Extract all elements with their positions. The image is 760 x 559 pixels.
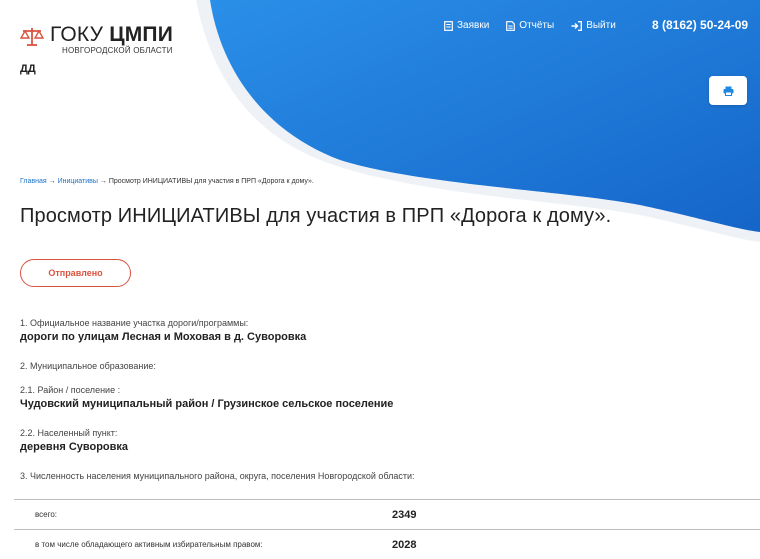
- logo-subtitle: НОВГОРОДСКОЙ ОБЛАСТИ: [62, 46, 173, 55]
- user-initials: ДД: [20, 63, 36, 75]
- print-button[interactable]: [709, 76, 747, 105]
- logout-icon: [571, 20, 583, 31]
- status-badge: Отправлено: [20, 259, 131, 287]
- population-total-label: всего:: [35, 510, 58, 519]
- nav-reports[interactable]: Отчёты: [506, 20, 554, 31]
- printer-icon: [723, 86, 733, 96]
- scales-icon: [20, 28, 44, 46]
- table-row: всего: 2349: [14, 499, 760, 529]
- nav-requests[interactable]: Заявки: [444, 20, 489, 31]
- field-value-settlement: деревня Суворовка: [20, 441, 129, 453]
- breadcrumb-home[interactable]: Главная: [20, 178, 47, 185]
- field-label-road-name: 1. Официальное название участка дороги/п…: [20, 318, 249, 328]
- site-logo[interactable]: ГОКУ ЦМПИ НОВГОРОДСКОЙ ОБЛАСТИ: [20, 24, 173, 55]
- field-value-district: Чудовский муниципальный район / Грузинск…: [20, 398, 394, 410]
- nav-logout[interactable]: Выйти: [571, 20, 616, 31]
- logo-title: ГОКУ ЦМПИ: [50, 23, 174, 46]
- table-row: в том числе обладающего активным избират…: [14, 529, 760, 559]
- field-label-population: 3. Численность населения муниципального …: [20, 471, 415, 481]
- contact-phone[interactable]: 8 (8162) 50-24-09: [652, 18, 748, 32]
- population-table: всего: 2349 в том числе обладающего акти…: [14, 499, 760, 559]
- population-total-value: 2349: [392, 508, 417, 521]
- document-icon: [444, 20, 453, 31]
- field-label-municipality: 2. Муниципальное образование:: [20, 361, 156, 371]
- population-voters-label: в том числе обладающего активным избират…: [35, 540, 263, 549]
- report-icon: [506, 20, 516, 31]
- breadcrumb-separator: →: [99, 178, 107, 185]
- population-voters-value: 2028: [392, 538, 417, 551]
- site-header: ГОКУ ЦМПИ НОВГОРОДСКОЙ ОБЛАСТИ ДД Заявки…: [0, 0, 760, 110]
- breadcrumb-initiatives[interactable]: Инициативы: [58, 178, 98, 185]
- breadcrumb: Главная → Инициативы → Просмотр ИНИЦИАТИ…: [20, 178, 314, 185]
- field-value-road-name: дороги по улицам Лесная и Моховая в д. С…: [20, 331, 307, 343]
- field-label-settlement: 2.2. Населенный пункт:: [20, 428, 118, 438]
- breadcrumb-current: Просмотр ИНИЦИАТИВЫ для участия в ПРП «Д…: [108, 178, 314, 185]
- breadcrumb-separator: →: [48, 178, 56, 185]
- top-nav: Заявки Отчёты Выйти: [444, 20, 633, 31]
- page-title: Просмотр ИНИЦИАТИВЫ для участия в ПРП «Д…: [20, 205, 612, 227]
- field-label-district: 2.1. Район / поселение :: [20, 385, 121, 395]
